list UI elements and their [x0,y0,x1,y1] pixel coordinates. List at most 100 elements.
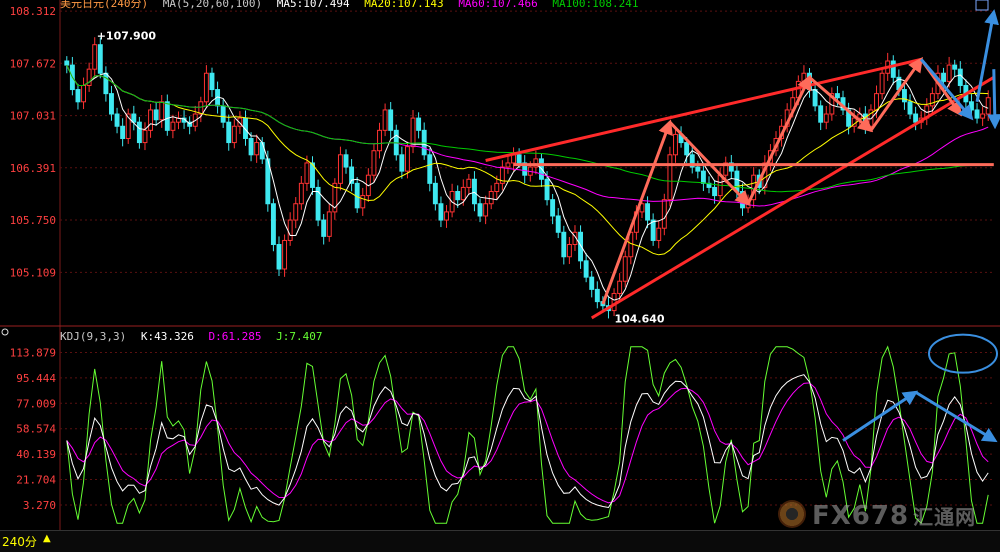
candle-down [695,166,701,172]
candle-down [259,142,265,160]
watermark: FX678 汇通网 [778,500,976,531]
watermark-text: FX678 [812,501,910,531]
expand-icon [975,0,989,11]
kdj-k-value: K:43.326 [140,330,194,343]
fx678-logo-icon [778,500,806,528]
candle-down [164,101,170,131]
kdj-tick-label: 113.879 [10,346,56,359]
candle-down [907,101,913,115]
candle-down [712,186,718,197]
candle-down [684,142,690,156]
candle-up [298,182,304,205]
candle-down [136,121,142,144]
watermark-suffix: 汇通网 [913,505,977,529]
candle-up [823,113,829,123]
candle-down [957,68,963,86]
candle-up [142,129,148,144]
candles [64,37,991,319]
candle-down [516,154,522,164]
kdj-tick-label: 40.139 [16,448,56,461]
candle-up [494,182,500,193]
candle-down [913,113,919,123]
kdj-tick-label: 58.574 [16,423,56,436]
kdj-d-line [66,382,989,504]
candle-down [650,219,656,241]
candle-down [812,89,818,107]
kline-chart: 108.312 107.672 107.031 106.391 105.750 105.1… [0,0,1000,530]
candle-down [388,109,394,131]
candle-up [198,101,204,115]
candle-up [460,186,466,201]
candle-down [220,105,226,123]
candle-up [293,203,299,221]
candle-up [254,142,260,156]
candle-up [148,109,154,131]
candle-down [550,199,556,217]
kdj-tick-label: 77.009 [16,397,56,410]
candle-down [974,109,980,119]
blue-arrow [987,69,1000,130]
candle-up [337,154,343,184]
candle-down [97,44,103,74]
candle-down [818,105,824,123]
candle-down [941,72,946,82]
kdj-tick-label: 21.704 [16,474,56,487]
candle-down [109,93,114,115]
candle-down [471,178,477,205]
candle-down [399,154,405,172]
ma-params: MA(5,20,60,100) [162,0,263,10]
candle-up [92,44,98,70]
candle-up [980,113,986,119]
candle-up [371,150,377,176]
kdj-header: KDJ(9,3,3) K:43.326 D:61.285 J:7.407 [60,330,330,343]
blue-arrow [975,9,999,103]
candle-up [985,97,991,115]
candle-up [360,195,366,209]
main-chart-header: 美元日元(240分) MA(5,20,60,100) MA5:107.494 M… [60,0,647,11]
kdj-j-value: J:7.407 [276,330,323,343]
kdj-highlight-ellipse [928,333,998,374]
candle-up [159,101,165,121]
candle-down [321,219,327,237]
price-tick-label: 107.031 [10,110,56,123]
candle-up [566,244,572,258]
candle-down [416,117,422,131]
candle-down [438,203,444,221]
candle-up [466,178,472,188]
candle-down [561,231,567,258]
candle-up [326,211,332,237]
candle-down [834,93,840,99]
candle-down [969,101,974,111]
kdj-blue-arrow [914,390,998,443]
candle-up [377,129,382,152]
candle-up [511,154,516,164]
footer-bar: 240分 ▲ [0,530,1000,552]
candle-up [231,125,237,144]
candle-down [555,215,561,233]
period-caret-icon[interactable]: ▲ [43,533,51,544]
candle-up [203,72,209,103]
candle-down [153,109,159,121]
candle-up [282,239,288,270]
price-annotation: +107.900 [97,30,157,43]
price-tick-label: 106.391 [10,162,56,175]
candle-up [622,256,628,282]
candle-up [382,109,388,131]
candle-down [477,203,483,217]
candle-down [432,182,438,205]
candle-up [874,93,879,111]
candle-down [952,64,958,70]
period-tab[interactable]: 240分 [2,533,37,550]
candle-up [929,93,935,107]
candle-up [304,162,310,184]
candle-up [81,84,86,103]
candle-up [673,133,678,156]
candle-up [488,191,494,205]
candle-down [343,154,349,168]
symbol-title: 美元日元(240分) [60,0,149,10]
price-tick-label: 108.312 [10,5,56,18]
ma5-value: MA5:107.494 [276,0,350,10]
candle-down [64,60,70,66]
candle-up [287,219,293,241]
candle-up [483,203,489,217]
